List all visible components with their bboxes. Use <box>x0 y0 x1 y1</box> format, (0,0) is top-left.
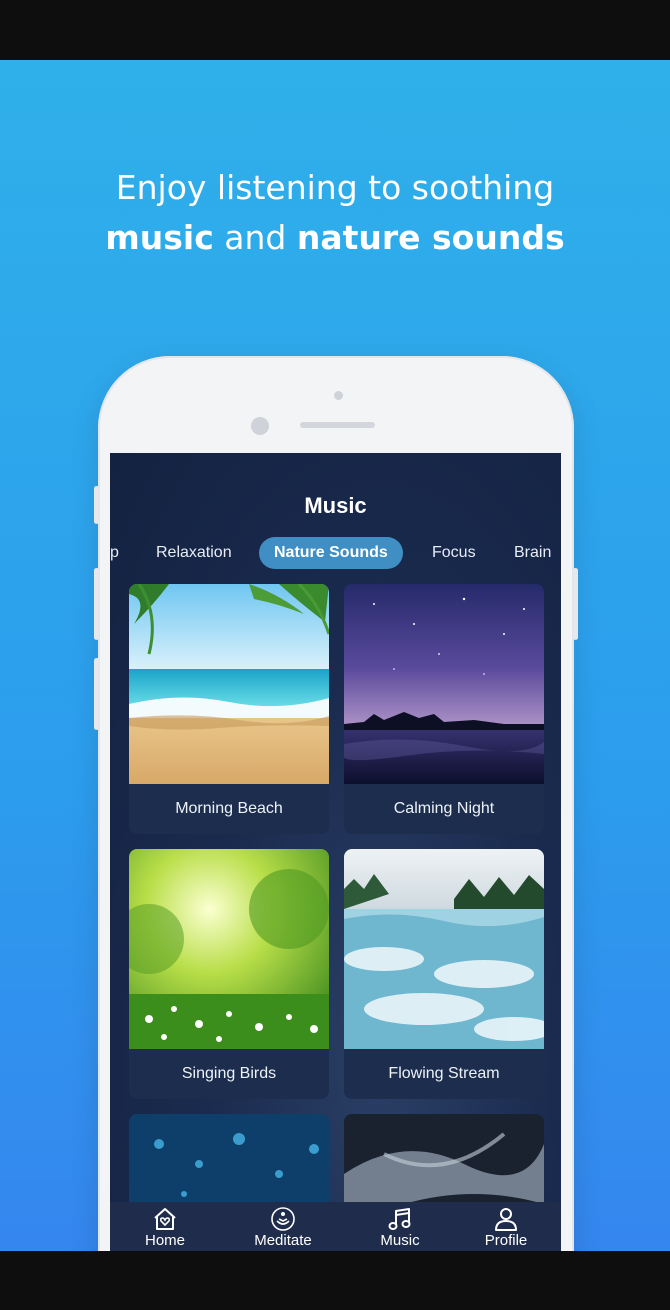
bottom-black-bar <box>0 1251 670 1310</box>
app-screen: Music p Relaxation Nature Sounds Focus B… <box>110 453 561 1251</box>
card-label: Calming Night <box>393 800 495 817</box>
home-heart-icon <box>154 1208 176 1230</box>
card-label: Flowing Stream <box>388 1065 500 1082</box>
page-title: Music <box>304 493 367 518</box>
sound-card-singing-birds[interactable]: Singing Birds <box>129 849 329 1099</box>
phone-sensor <box>334 391 343 400</box>
night-lake-image <box>344 584 544 784</box>
nav-label: Meditate <box>254 1232 312 1249</box>
phone-mute-switch <box>94 486 99 524</box>
phone-power-button <box>573 568 578 640</box>
tab-sleep[interactable]: p <box>110 537 119 569</box>
headline-line-2: music and nature sounds <box>0 213 670 263</box>
nav-home[interactable]: Home <box>110 1202 220 1251</box>
sound-card-morning-beach[interactable]: Morning Beach <box>129 584 329 834</box>
profile-icon <box>495 1208 517 1231</box>
phone-volume-down <box>94 658 99 730</box>
card-label: Morning Beach <box>175 800 283 817</box>
category-tabs: p Relaxation Nature Sounds Focus Brain <box>110 537 561 569</box>
tab-focus[interactable]: Focus <box>432 537 476 569</box>
nav-label: Home <box>144 1232 185 1249</box>
card-label: Singing Birds <box>181 1065 277 1082</box>
headline-and: and <box>213 218 297 257</box>
phone-frame: Music p Relaxation Nature Sounds Focus B… <box>94 356 578 1251</box>
meadow-image <box>129 849 329 1049</box>
sound-card-flowing-stream[interactable]: Flowing Stream <box>344 849 544 1099</box>
river-image <box>344 849 544 1049</box>
meditate-icon <box>271 1207 295 1231</box>
tab-relaxation[interactable]: Relaxation <box>156 537 232 569</box>
nav-music[interactable]: Music <box>345 1202 455 1251</box>
nav-profile[interactable]: Profile <box>451 1202 561 1251</box>
phone-volume-up <box>94 568 99 640</box>
music-note-icon <box>388 1208 411 1230</box>
phone-camera <box>251 417 269 435</box>
top-black-bar <box>0 0 670 60</box>
tab-brain[interactable]: Brain <box>514 537 551 569</box>
tab-nature-sounds[interactable]: Nature Sounds <box>259 537 403 569</box>
headline-bold-music: music <box>105 218 214 257</box>
nav-meditate[interactable]: Meditate <box>228 1202 338 1251</box>
bottom-nav: Home Meditate Music Profile <box>110 1202 561 1251</box>
beach-image <box>129 584 329 784</box>
sound-card-calming-night[interactable]: Calming Night <box>344 584 544 834</box>
headline: Enjoy listening to soothing music and na… <box>0 163 670 263</box>
headline-bold-nature: nature sounds <box>296 218 565 257</box>
phone-speaker <box>300 422 375 428</box>
headline-line-1: Enjoy listening to soothing <box>115 168 555 207</box>
promo-background: Enjoy listening to soothing music and na… <box>0 60 670 1251</box>
nav-label: Profile <box>484 1232 528 1249</box>
nav-label: Music <box>380 1232 420 1249</box>
